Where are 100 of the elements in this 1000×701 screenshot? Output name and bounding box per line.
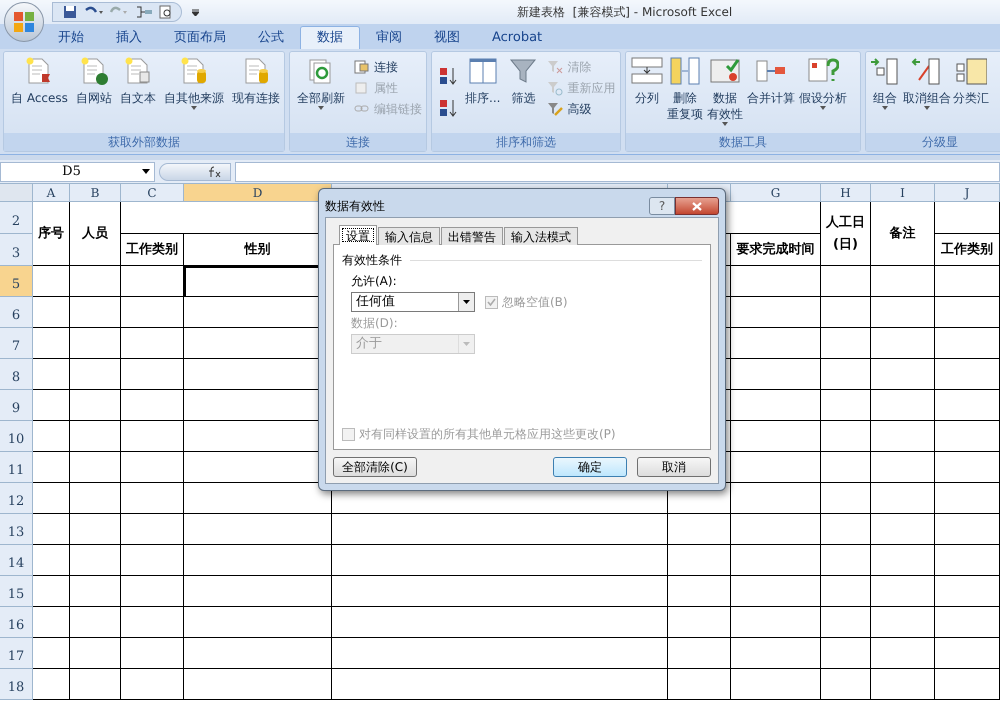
row-header[interactable]: 14 — [0, 545, 33, 576]
table-cell[interactable] — [731, 545, 821, 576]
function-icon[interactable] — [208, 166, 222, 178]
ribbon-small-button[interactable]: 高级 — [547, 98, 616, 119]
ribbon-tab[interactable]: 数据 — [300, 26, 360, 49]
customize-menu-icon[interactable] — [192, 8, 199, 16]
table-cell[interactable] — [184, 669, 332, 700]
table-cell[interactable] — [821, 297, 871, 328]
table-cell[interactable] — [935, 421, 1000, 452]
table-cell[interactable] — [668, 576, 731, 607]
ribbon-button[interactable]: 自文本 — [116, 52, 159, 106]
ribbon-tab[interactable]: 公式 — [242, 26, 300, 49]
row-header[interactable]: 17 — [0, 638, 33, 669]
table-cell[interactable] — [121, 297, 184, 328]
table-cell[interactable] — [70, 545, 121, 576]
save-icon[interactable] — [63, 5, 77, 19]
ribbon-button[interactable]: 合并计算 — [746, 52, 796, 106]
table-cell[interactable] — [871, 514, 935, 545]
table-cell[interactable] — [184, 576, 332, 607]
ribbon-button[interactable]: 筛选 — [505, 52, 542, 106]
table-cell[interactable] — [121, 359, 184, 390]
table-cell[interactable] — [731, 669, 821, 700]
table-cell[interactable] — [33, 638, 70, 669]
table-header-cell[interactable]: 工作类别 — [121, 234, 184, 266]
table-cell[interactable] — [935, 266, 1000, 297]
table-cell[interactable] — [121, 390, 184, 421]
table-cell[interactable] — [935, 202, 1000, 234]
table-cell[interactable] — [871, 297, 935, 328]
table-cell[interactable] — [332, 545, 668, 576]
table-cell[interactable] — [33, 669, 70, 700]
row-header[interactable]: 11 — [0, 452, 33, 483]
table-cell[interactable] — [731, 483, 821, 514]
row-header[interactable]: 8 — [0, 359, 33, 390]
column-header[interactable]: D — [184, 184, 332, 202]
table-cell[interactable] — [184, 607, 332, 638]
form-icon[interactable] — [135, 5, 153, 19]
dialog-button[interactable]: 确定 — [553, 457, 627, 477]
row-header[interactable]: 6 — [0, 297, 33, 328]
table-cell[interactable] — [935, 607, 1000, 638]
table-cell[interactable] — [70, 328, 121, 359]
table-cell[interactable] — [731, 421, 821, 452]
table-cell[interactable] — [33, 421, 70, 452]
formula-bar-handle[interactable] — [159, 162, 231, 180]
table-cell[interactable] — [935, 390, 1000, 421]
ribbon-button[interactable]: 自网站 — [72, 52, 115, 106]
table-cell[interactable] — [33, 452, 70, 483]
table-cell[interactable] — [121, 421, 184, 452]
row-header[interactable]: 15 — [0, 576, 33, 607]
ribbon-button[interactable]: 假设分析 — [798, 52, 848, 110]
table-cell[interactable] — [332, 607, 668, 638]
table-cell[interactable] — [668, 545, 731, 576]
table-cell[interactable] — [731, 607, 821, 638]
row-header[interactable]: 12 — [0, 483, 33, 514]
table-cell[interactable] — [33, 483, 70, 514]
table-cell[interactable] — [121, 328, 184, 359]
table-cell[interactable] — [33, 328, 70, 359]
dialog-button[interactable]: 全部清除(C) — [333, 457, 417, 477]
table-cell[interactable] — [731, 297, 821, 328]
ribbon-tab[interactable]: 开始 — [42, 26, 100, 49]
column-header[interactable]: A — [33, 184, 70, 202]
table-cell[interactable] — [33, 359, 70, 390]
table-cell[interactable] — [821, 328, 871, 359]
table-cell[interactable] — [668, 514, 731, 545]
ribbon-tab[interactable]: 视图 — [418, 26, 476, 49]
table-cell[interactable] — [121, 514, 184, 545]
dialog-tab[interactable]: 设置 — [339, 225, 377, 245]
table-cell[interactable] — [70, 297, 121, 328]
table-cell[interactable] — [121, 607, 184, 638]
ribbon-button[interactable]: 自 Access — [8, 52, 71, 106]
table-cell[interactable] — [871, 390, 935, 421]
table-cell[interactable] — [871, 421, 935, 452]
table-cell[interactable] — [184, 514, 332, 545]
ribbon-button[interactable]: 取消组合 — [902, 52, 952, 110]
table-cell[interactable] — [731, 390, 821, 421]
close-button[interactable] — [675, 197, 719, 215]
table-cell[interactable] — [121, 638, 184, 669]
table-cell[interactable] — [731, 328, 821, 359]
table-cell[interactable] — [821, 607, 871, 638]
row-header[interactable]: 10 — [0, 421, 33, 452]
dialog-button[interactable]: 取消 — [637, 457, 711, 477]
table-cell[interactable] — [121, 452, 184, 483]
table-cell[interactable] — [821, 576, 871, 607]
table-cell[interactable] — [70, 390, 121, 421]
table-cell[interactable] — [184, 545, 332, 576]
table-cell[interactable] — [821, 452, 871, 483]
table-cell[interactable] — [871, 452, 935, 483]
table-cell[interactable] — [871, 638, 935, 669]
table-cell[interactable] — [731, 514, 821, 545]
table-cell[interactable] — [871, 607, 935, 638]
ribbon-tab[interactable]: 页面布局 — [158, 26, 242, 49]
column-header[interactable]: H — [821, 184, 871, 202]
table-cell[interactable] — [935, 359, 1000, 390]
table-cell[interactable] — [70, 514, 121, 545]
formula-input[interactable] — [235, 162, 1000, 182]
table-cell[interactable] — [121, 669, 184, 700]
help-button[interactable]: ? — [649, 197, 675, 215]
table-cell[interactable] — [121, 266, 184, 297]
table-cell[interactable] — [871, 483, 935, 514]
table-cell[interactable] — [731, 638, 821, 669]
table-cell[interactable] — [935, 514, 1000, 545]
